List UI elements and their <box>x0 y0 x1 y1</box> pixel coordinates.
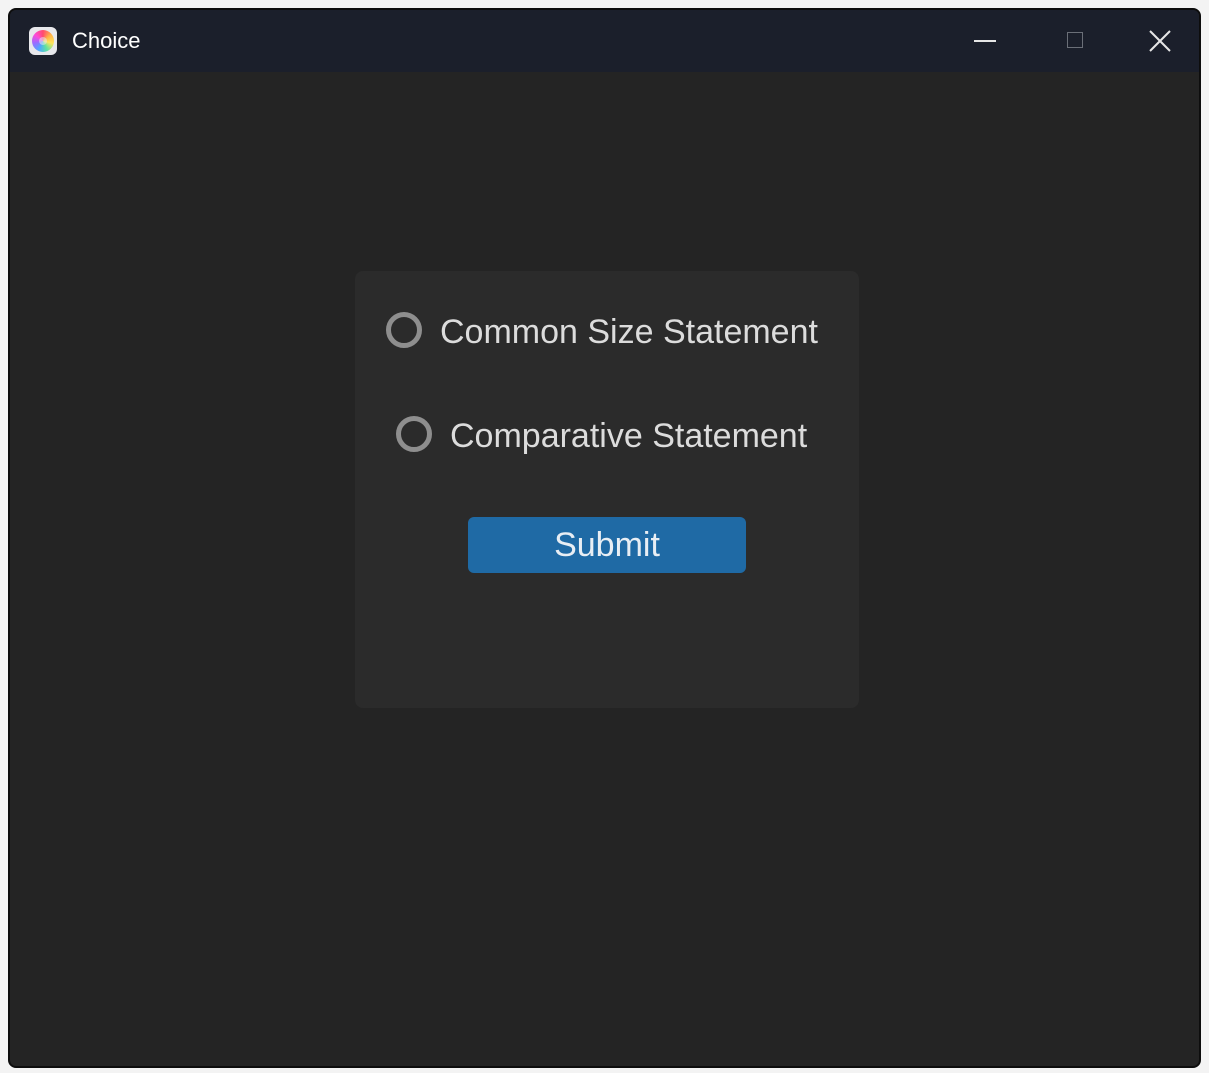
minimize-icon <box>974 40 996 42</box>
radio-label[interactable]: Comparative Statement <box>450 417 807 455</box>
choice-panel: Common Size Statement Comparative Statem… <box>355 271 859 708</box>
maximize-icon <box>1067 32 1083 48</box>
maximize-button[interactable] <box>1028 10 1116 72</box>
app-window: Choice Common Size Statement Comparative… <box>8 8 1201 1068</box>
radio-comparative-statement[interactable]: Comparative Statement <box>392 411 832 461</box>
radio-button-circle[interactable] <box>386 312 422 348</box>
screen: Choice Common Size Statement Comparative… <box>0 0 1209 1073</box>
close-icon <box>1149 30 1171 52</box>
radio-label[interactable]: Common Size Statement <box>440 313 818 351</box>
close-button[interactable] <box>1116 10 1199 72</box>
app-icon <box>29 27 57 55</box>
minimize-button[interactable] <box>940 10 1028 72</box>
radio-common-size-statement[interactable]: Common Size Statement <box>382 307 842 357</box>
submit-button[interactable]: Submit <box>468 517 746 573</box>
radio-button-circle[interactable] <box>396 416 432 452</box>
title-bar[interactable]: Choice <box>10 10 1199 72</box>
window-title: Choice <box>72 28 141 53</box>
